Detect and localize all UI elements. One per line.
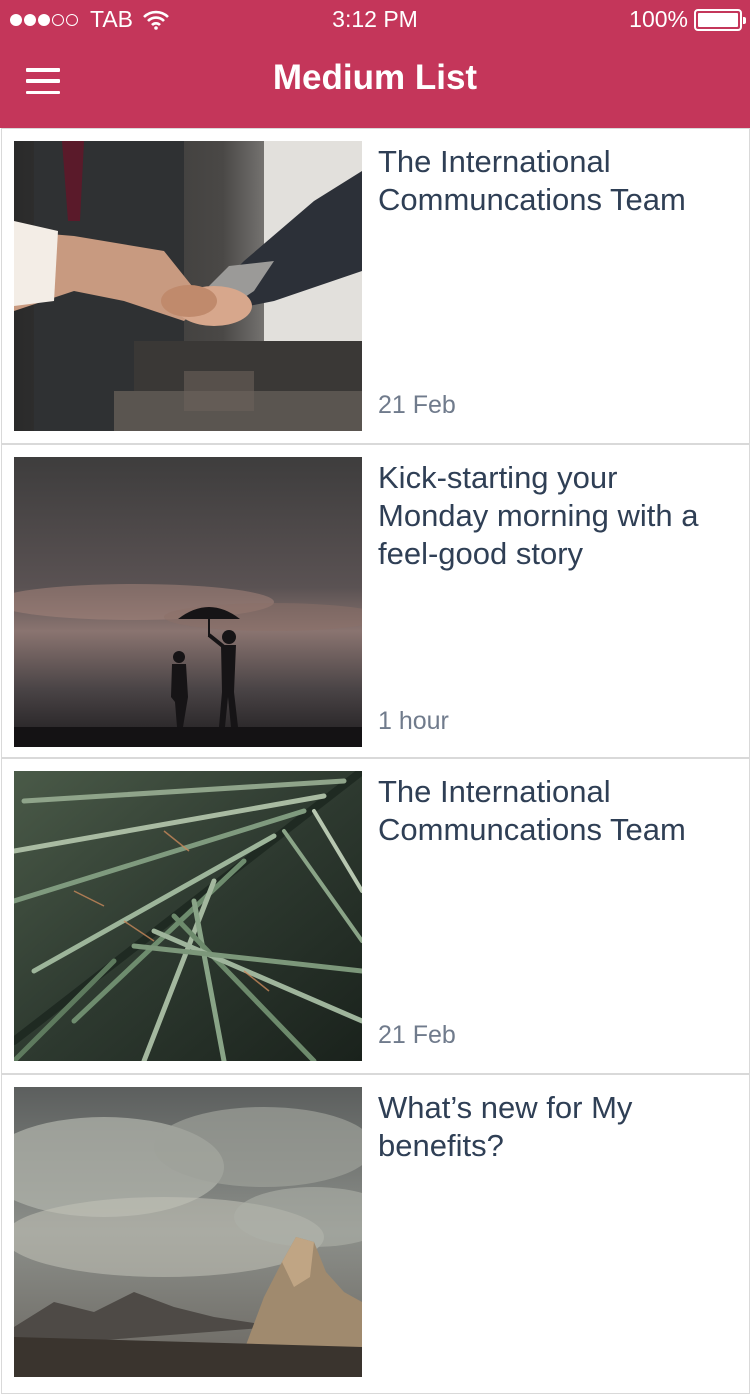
palm-leaves-image xyxy=(14,771,362,1061)
article-title: What’s new for My benefits? xyxy=(378,1090,633,1163)
status-bar: TAB 3:12 PM 100% xyxy=(0,0,750,40)
article-card[interactable]: What’s new for My benefits? xyxy=(1,1074,750,1394)
article-date: 21 Feb xyxy=(378,391,456,419)
article-title: Kick-starting your Monday morning with a… xyxy=(378,460,699,571)
article-title: The International Communcations Team xyxy=(378,144,686,217)
article-thumbnail xyxy=(14,141,362,431)
article-card[interactable]: Kick-starting your Monday morning with a… xyxy=(1,444,750,758)
umbrella-silhouette-image xyxy=(14,457,362,747)
handshake-image xyxy=(14,141,362,431)
status-right: 100% xyxy=(629,6,746,33)
article-thumbnail xyxy=(14,771,362,1061)
article-card[interactable]: The International Communcations Team 21 … xyxy=(1,758,750,1074)
battery-percentage: 100% xyxy=(629,6,688,32)
article-date: 21 Feb xyxy=(378,1021,456,1049)
battery-icon xyxy=(694,8,746,31)
app-header: TAB 3:12 PM 100% Medium List xyxy=(0,0,750,128)
page-title: Medium List xyxy=(272,58,478,97)
article-title: The International Communcations Team xyxy=(378,774,686,847)
article-thumbnail xyxy=(14,457,362,747)
article-date: 1 hour xyxy=(378,707,449,735)
article-card[interactable]: The International Communcations Team 21 … xyxy=(1,128,750,444)
